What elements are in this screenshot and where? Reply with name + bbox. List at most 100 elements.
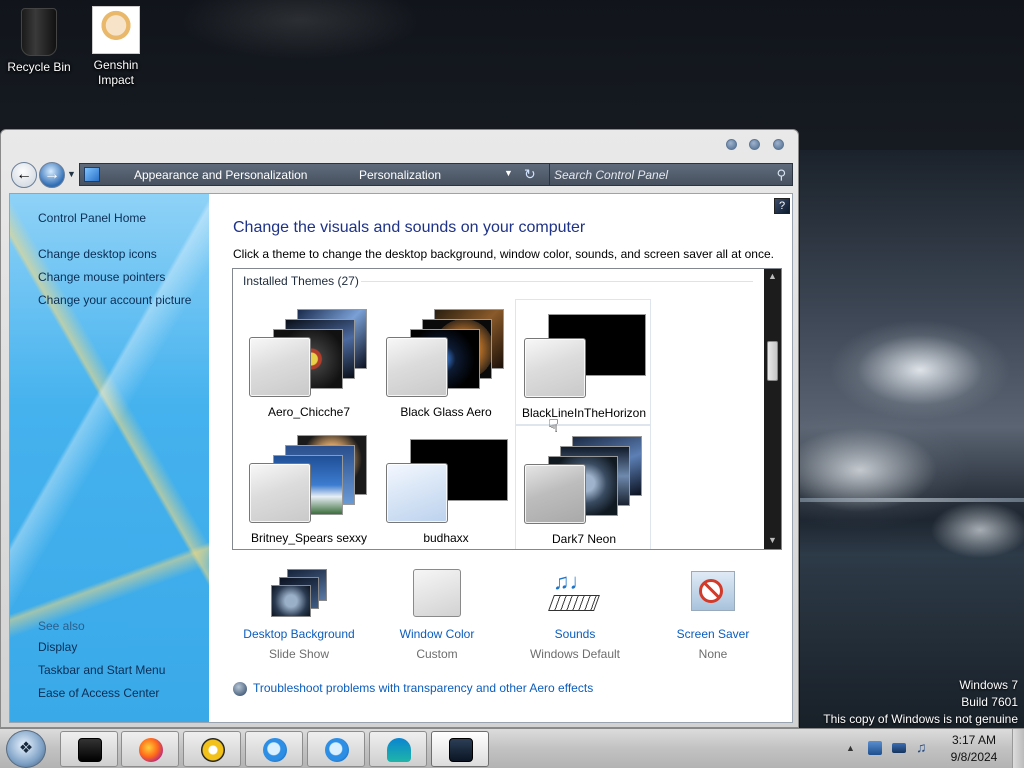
theme-color-swatch: [249, 463, 311, 523]
theme-tile[interactable]: Black Glass Aero: [378, 299, 514, 425]
ease-of-access-link[interactable]: Ease of Access Center: [38, 686, 159, 700]
forward-arrow-icon: →: [44, 166, 60, 183]
scroll-down-icon[interactable]: ▼: [768, 535, 777, 545]
taskbar-app-firefox[interactable]: [121, 731, 179, 767]
change-account-picture-link[interactable]: Change your account picture: [38, 293, 191, 307]
edge-icon: [387, 738, 411, 762]
sounds-icon: ♫♩: [545, 569, 605, 621]
theme-tile[interactable]: Aero_Chicche7: [241, 299, 377, 425]
taskbar-app-control-panel[interactable]: [431, 731, 489, 767]
desktop-icon-genshin-impact[interactable]: Genshin Impact: [80, 6, 152, 88]
theme-color-swatch: [524, 338, 586, 398]
maximize-button[interactable]: [749, 139, 760, 150]
scrollbar-thumb[interactable]: [767, 341, 778, 381]
window-color-value: Custom: [416, 647, 458, 661]
taskbar-start-menu-link[interactable]: Taskbar and Start Menu: [38, 663, 165, 677]
recent-pages-dropdown-icon[interactable]: ▼: [67, 169, 76, 179]
desktop-icon-label: Recycle Bin: [7, 60, 71, 74]
network-icon[interactable]: [892, 743, 906, 753]
theme-color-swatch: [249, 337, 311, 397]
theme-color-swatch: [386, 463, 448, 523]
window-color-label[interactable]: Window Color: [367, 627, 507, 641]
theme-color-swatch: [524, 464, 586, 524]
theme-tile[interactable]: budhaxx: [378, 425, 514, 549]
theme-name: BlackLineInTheHorizon: [521, 406, 647, 420]
watermark-line-2: Build 7601: [961, 695, 1018, 709]
taskbar-app-terminal[interactable]: [60, 731, 118, 767]
terminal-icon: [78, 738, 102, 762]
show-desktop-button[interactable]: [1012, 729, 1024, 768]
taskbar-app-yellow[interactable]: [183, 731, 241, 767]
show-hidden-icons-icon[interactable]: ▲: [846, 743, 860, 757]
theme-preview: [524, 432, 644, 524]
control-panel-icon: [84, 167, 100, 182]
change-mouse-pointers-link[interactable]: Change mouse pointers: [38, 270, 165, 284]
desktop-background-label[interactable]: Desktop Background: [229, 627, 369, 641]
search-icon[interactable]: ⚲: [776, 167, 786, 183]
screen-saver-shortcut[interactable]: Screen Saver None: [643, 569, 783, 661]
theme-name: Britney_Spears sexxy: [250, 531, 368, 545]
theme-name: Black Glass Aero: [400, 405, 492, 419]
desktop-icon-label: Impact: [97, 73, 134, 87]
address-dropdown-icon[interactable]: ▼: [504, 168, 513, 178]
right-pane: ? Change the visuals and sounds on your …: [209, 194, 792, 722]
back-button[interactable]: ←: [11, 162, 37, 188]
theme-tile[interactable]: Dark7 Neon: [515, 425, 651, 549]
wallpaper-sea-scene: [800, 150, 1024, 728]
sounds-shortcut[interactable]: ♫♩ Sounds Windows Default: [505, 569, 645, 661]
search-box: ⚲: [549, 163, 793, 186]
themes-list: Installed Themes (27) Aero_Chicche7 Blac…: [232, 268, 782, 550]
theme-tile[interactable]: Britney_Spears sexxy: [241, 425, 377, 549]
personalization-window: ← → ▼ Appearance and Personalization Per…: [0, 129, 799, 728]
troubleshoot-link[interactable]: Troubleshoot problems with transparency …: [253, 681, 593, 695]
start-button[interactable]: ❖: [6, 730, 46, 768]
control-panel-home-link[interactable]: Control Panel Home: [38, 211, 146, 225]
clock-date[interactable]: 9/8/2024: [950, 750, 998, 764]
left-pane: Control Panel Home Change desktop icons …: [10, 194, 209, 722]
page-subtitle: Click a theme to change the desktop back…: [233, 247, 774, 261]
taskbar-app-edge[interactable]: [369, 731, 427, 767]
taskbar-app-browser-1[interactable]: [245, 731, 303, 767]
clock-time[interactable]: 3:17 AM: [950, 733, 998, 747]
troubleshoot-icon: [233, 682, 247, 696]
volume-icon[interactable]: ♫: [916, 739, 930, 755]
window-color-shortcut[interactable]: Window Color Custom: [367, 569, 507, 661]
sounds-label[interactable]: Sounds: [505, 627, 645, 641]
theme-name: Dark7 Neon: [551, 532, 617, 546]
theme-name: budhaxx: [423, 531, 469, 545]
hand-cursor-icon: ☟: [548, 416, 559, 436]
genshin-impact-icon: [92, 6, 140, 54]
screen-saver-label[interactable]: Screen Saver: [643, 627, 783, 641]
navigation-bar: ← → ▼ Appearance and Personalization Per…: [9, 161, 793, 188]
themes-scrollbar[interactable]: ▲ ▼: [764, 269, 781, 549]
theme-name: Aero_Chicche7: [267, 405, 351, 419]
theme-preview: [249, 431, 369, 523]
display-link[interactable]: Display: [38, 640, 77, 654]
forward-button[interactable]: →: [39, 162, 65, 188]
scroll-up-icon[interactable]: ▲: [768, 271, 777, 281]
control-panel-icon: [449, 738, 473, 762]
help-icon[interactable]: ?: [774, 198, 790, 214]
desktop-background-icon: [269, 569, 329, 621]
windows-logo-icon: ❖: [18, 740, 34, 757]
breadcrumb-personalization[interactable]: Personalization: [359, 168, 441, 182]
minimize-button[interactable]: [726, 139, 737, 150]
close-button[interactable]: [773, 139, 784, 150]
taskbar-app-browser-2[interactable]: [307, 731, 365, 767]
theme-preview: [249, 305, 369, 397]
tray-app-icon[interactable]: [868, 741, 882, 755]
theme-tile-selected[interactable]: BlackLineInTheHorizon: [515, 299, 651, 425]
search-input[interactable]: [554, 166, 764, 184]
wallpaper-horizon: [800, 498, 1024, 502]
change-desktop-icons-link[interactable]: Change desktop icons: [38, 247, 157, 261]
screen-saver-value: None: [698, 647, 728, 661]
refresh-icon[interactable]: ↻: [524, 166, 536, 183]
browser-icon: [263, 738, 287, 762]
firefox-icon: [139, 738, 163, 762]
breadcrumb-appearance[interactable]: Appearance and Personalization: [134, 168, 307, 182]
window-titlebar[interactable]: [1, 130, 798, 158]
recycle-bin-icon: [21, 8, 57, 56]
desktop-icon-recycle-bin[interactable]: Recycle Bin: [3, 8, 75, 75]
address-bar[interactable]: Appearance and Personalization Personali…: [79, 163, 551, 186]
desktop-background-shortcut[interactable]: Desktop Background Slide Show: [229, 569, 369, 661]
